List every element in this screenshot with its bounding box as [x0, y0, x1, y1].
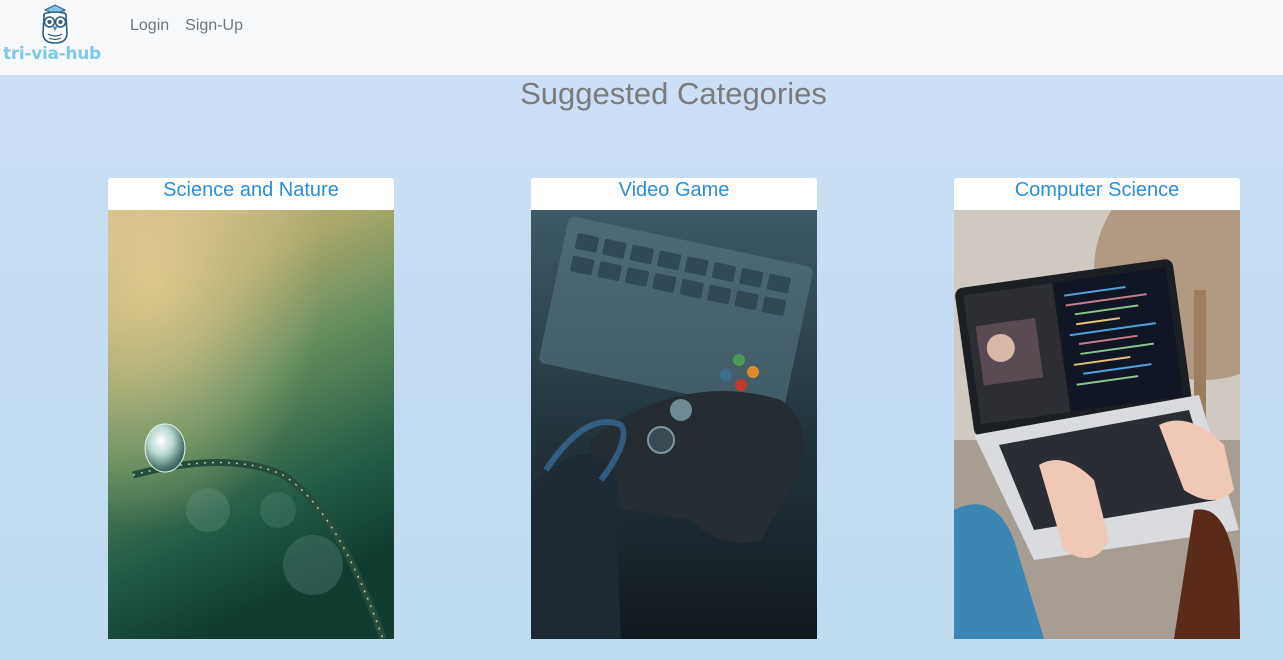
owl-logo-icon	[42, 4, 68, 44]
brand-link[interactable]: tri-via-hub	[0, 0, 112, 75]
category-title[interactable]: Computer Science	[954, 178, 1240, 210]
category-title[interactable]: Science and Nature	[108, 178, 394, 210]
nav-links: Login Sign-Up	[130, 17, 243, 35]
login-link[interactable]: Login	[130, 17, 169, 35]
category-card-science-nature[interactable]: Science and Nature	[108, 178, 394, 639]
page-title: Suggested Categories	[520, 76, 827, 111]
signup-link[interactable]: Sign-Up	[185, 17, 243, 35]
category-image-science-nature	[108, 210, 394, 639]
category-card-video-game[interactable]: Video Game	[531, 178, 817, 639]
navbar: tri-via-hub Login Sign-Up	[0, 0, 1283, 75]
category-image-video-game	[531, 210, 817, 639]
brand-name: tri-via-hub	[3, 44, 101, 64]
category-title[interactable]: Video Game	[531, 178, 817, 210]
category-card-computer-science[interactable]: Computer Science	[954, 178, 1240, 639]
category-image-computer-science	[954, 210, 1240, 639]
